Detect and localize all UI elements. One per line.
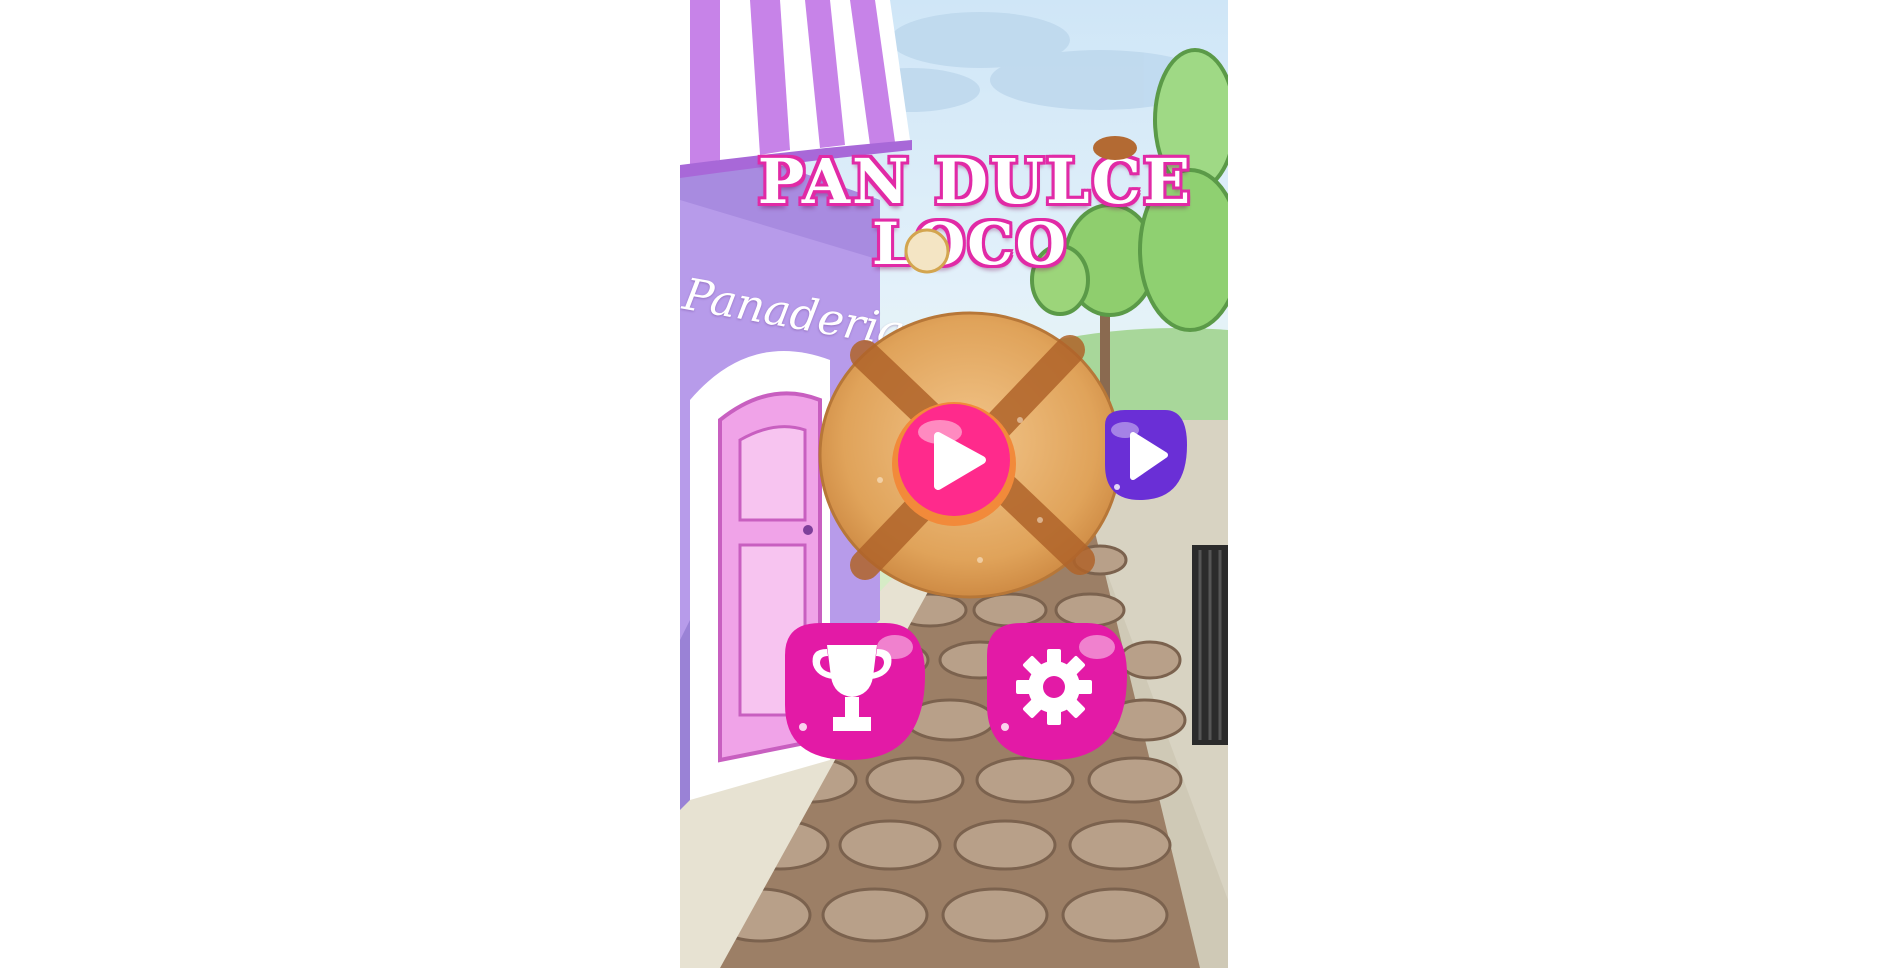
title-line-2: LOCO xyxy=(872,210,1068,278)
play-button[interactable] xyxy=(890,400,1018,528)
title-line-1: PAN DULCE xyxy=(757,145,1193,218)
trash-bin xyxy=(1192,545,1228,745)
leaderboard-button[interactable] xyxy=(775,615,930,765)
play-button-graphic xyxy=(892,402,1016,526)
settings-button[interactable] xyxy=(977,615,1132,765)
game-screen: Panaderia PAN DULCE LOCO xyxy=(680,0,1228,968)
game-title: PAN DULCE LOCO xyxy=(750,145,1200,275)
leaderboard-button-graphic xyxy=(785,623,925,760)
gear-icon xyxy=(1016,649,1092,725)
next-button-graphic xyxy=(1105,410,1187,500)
next-button[interactable] xyxy=(1095,405,1190,505)
settings-button-graphic xyxy=(987,623,1127,760)
